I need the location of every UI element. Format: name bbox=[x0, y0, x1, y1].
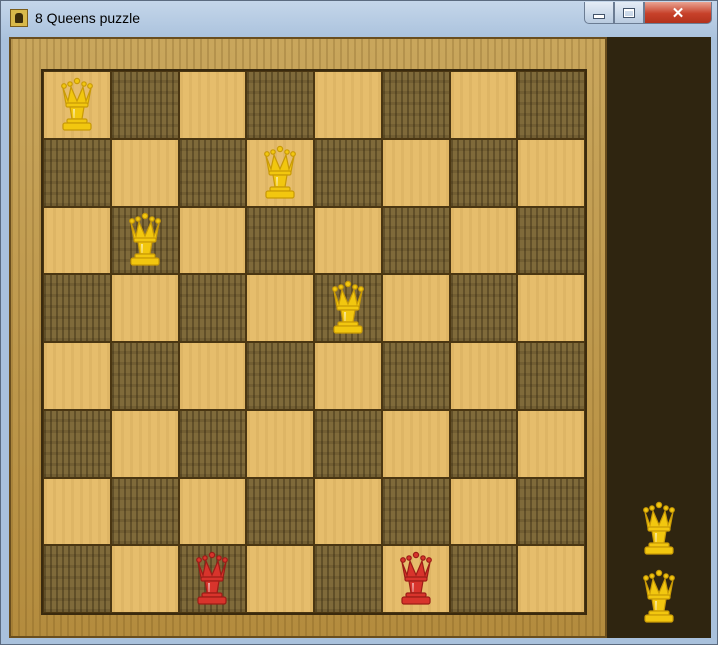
board-square[interactable] bbox=[517, 342, 585, 410]
board-square[interactable] bbox=[517, 545, 585, 613]
board-square[interactable] bbox=[246, 138, 314, 207]
game-area bbox=[9, 37, 711, 638]
board-square[interactable] bbox=[381, 342, 450, 410]
board-square[interactable] bbox=[517, 71, 585, 139]
board-square[interactable] bbox=[449, 274, 518, 342]
maximize-icon bbox=[623, 7, 635, 18]
board-square[interactable] bbox=[517, 274, 585, 342]
chess-board[interactable] bbox=[41, 69, 587, 615]
board-square[interactable] bbox=[381, 206, 450, 275]
gold-queen-icon[interactable] bbox=[328, 280, 368, 336]
board-square[interactable] bbox=[110, 342, 179, 410]
board-square[interactable] bbox=[110, 545, 179, 613]
minimize-button[interactable] bbox=[584, 2, 614, 24]
board-square[interactable] bbox=[246, 71, 314, 139]
board-square[interactable] bbox=[314, 545, 382, 613]
board-square[interactable] bbox=[178, 138, 247, 207]
board-square[interactable] bbox=[246, 206, 314, 275]
board-square[interactable] bbox=[43, 342, 111, 410]
board-square[interactable] bbox=[314, 274, 382, 342]
gold-queen-icon[interactable] bbox=[260, 145, 300, 201]
board-square[interactable] bbox=[449, 206, 518, 275]
board-frame bbox=[9, 37, 607, 638]
board-square[interactable] bbox=[178, 545, 247, 613]
board-square[interactable] bbox=[178, 342, 247, 410]
maximize-button[interactable] bbox=[614, 2, 644, 24]
board-square[interactable] bbox=[246, 342, 314, 410]
red-queen-icon[interactable] bbox=[396, 551, 436, 607]
board-square[interactable] bbox=[449, 138, 518, 207]
board-square[interactable] bbox=[43, 71, 111, 139]
board-square[interactable] bbox=[314, 477, 382, 546]
board-square[interactable] bbox=[314, 206, 382, 275]
board-square[interactable] bbox=[178, 206, 247, 275]
board-square[interactable] bbox=[517, 409, 585, 478]
board-square[interactable] bbox=[43, 409, 111, 478]
board-square[interactable] bbox=[449, 342, 518, 410]
board-square[interactable] bbox=[178, 71, 247, 139]
board-square[interactable] bbox=[246, 409, 314, 478]
board-square[interactable] bbox=[381, 545, 450, 613]
board-square[interactable] bbox=[110, 274, 179, 342]
board-square[interactable] bbox=[110, 71, 179, 139]
board-square[interactable] bbox=[314, 138, 382, 207]
board-square[interactable] bbox=[43, 477, 111, 546]
board-square[interactable] bbox=[43, 138, 111, 207]
board-square[interactable] bbox=[449, 409, 518, 478]
board-square[interactable] bbox=[381, 138, 450, 207]
gold-queen-icon[interactable] bbox=[57, 77, 97, 133]
board-square[interactable] bbox=[178, 274, 247, 342]
board-square[interactable] bbox=[449, 477, 518, 546]
board-square[interactable] bbox=[517, 477, 585, 546]
board-square[interactable] bbox=[110, 138, 179, 207]
board-square[interactable] bbox=[449, 71, 518, 139]
board-square[interactable] bbox=[449, 545, 518, 613]
board-square[interactable] bbox=[178, 477, 247, 546]
board-square[interactable] bbox=[314, 342, 382, 410]
board-square[interactable] bbox=[314, 71, 382, 139]
close-icon: ✕ bbox=[671, 4, 685, 22]
board-square[interactable] bbox=[381, 71, 450, 139]
window-title: 8 Queens puzzle bbox=[35, 10, 141, 26]
board-square[interactable] bbox=[517, 138, 585, 207]
board-square[interactable] bbox=[110, 206, 179, 275]
minimize-icon bbox=[593, 14, 605, 19]
board-square[interactable] bbox=[246, 477, 314, 546]
board-square[interactable] bbox=[178, 409, 247, 478]
board-square[interactable] bbox=[43, 274, 111, 342]
close-button[interactable]: ✕ bbox=[644, 2, 712, 24]
board-square[interactable] bbox=[381, 477, 450, 546]
reserve-queen-icon[interactable] bbox=[639, 501, 679, 557]
board-square[interactable] bbox=[110, 477, 179, 546]
board-square[interactable] bbox=[246, 545, 314, 613]
board-square[interactable] bbox=[381, 409, 450, 478]
board-square[interactable] bbox=[517, 206, 585, 275]
board-square[interactable] bbox=[43, 545, 111, 613]
board-square[interactable] bbox=[314, 409, 382, 478]
board-square[interactable] bbox=[43, 206, 111, 275]
board-square[interactable] bbox=[246, 274, 314, 342]
red-queen-icon[interactable] bbox=[192, 551, 232, 607]
board-square[interactable] bbox=[110, 409, 179, 478]
gold-queen-icon[interactable] bbox=[125, 212, 165, 268]
app-window: 8 Queens puzzle ✕ bbox=[0, 0, 718, 645]
queen-reserve-panel bbox=[607, 37, 711, 638]
queen-app-icon bbox=[10, 9, 28, 27]
title-bar[interactable]: 8 Queens puzzle ✕ bbox=[1, 1, 717, 37]
board-square[interactable] bbox=[381, 274, 450, 342]
reserve-queen-icon[interactable] bbox=[639, 569, 679, 625]
